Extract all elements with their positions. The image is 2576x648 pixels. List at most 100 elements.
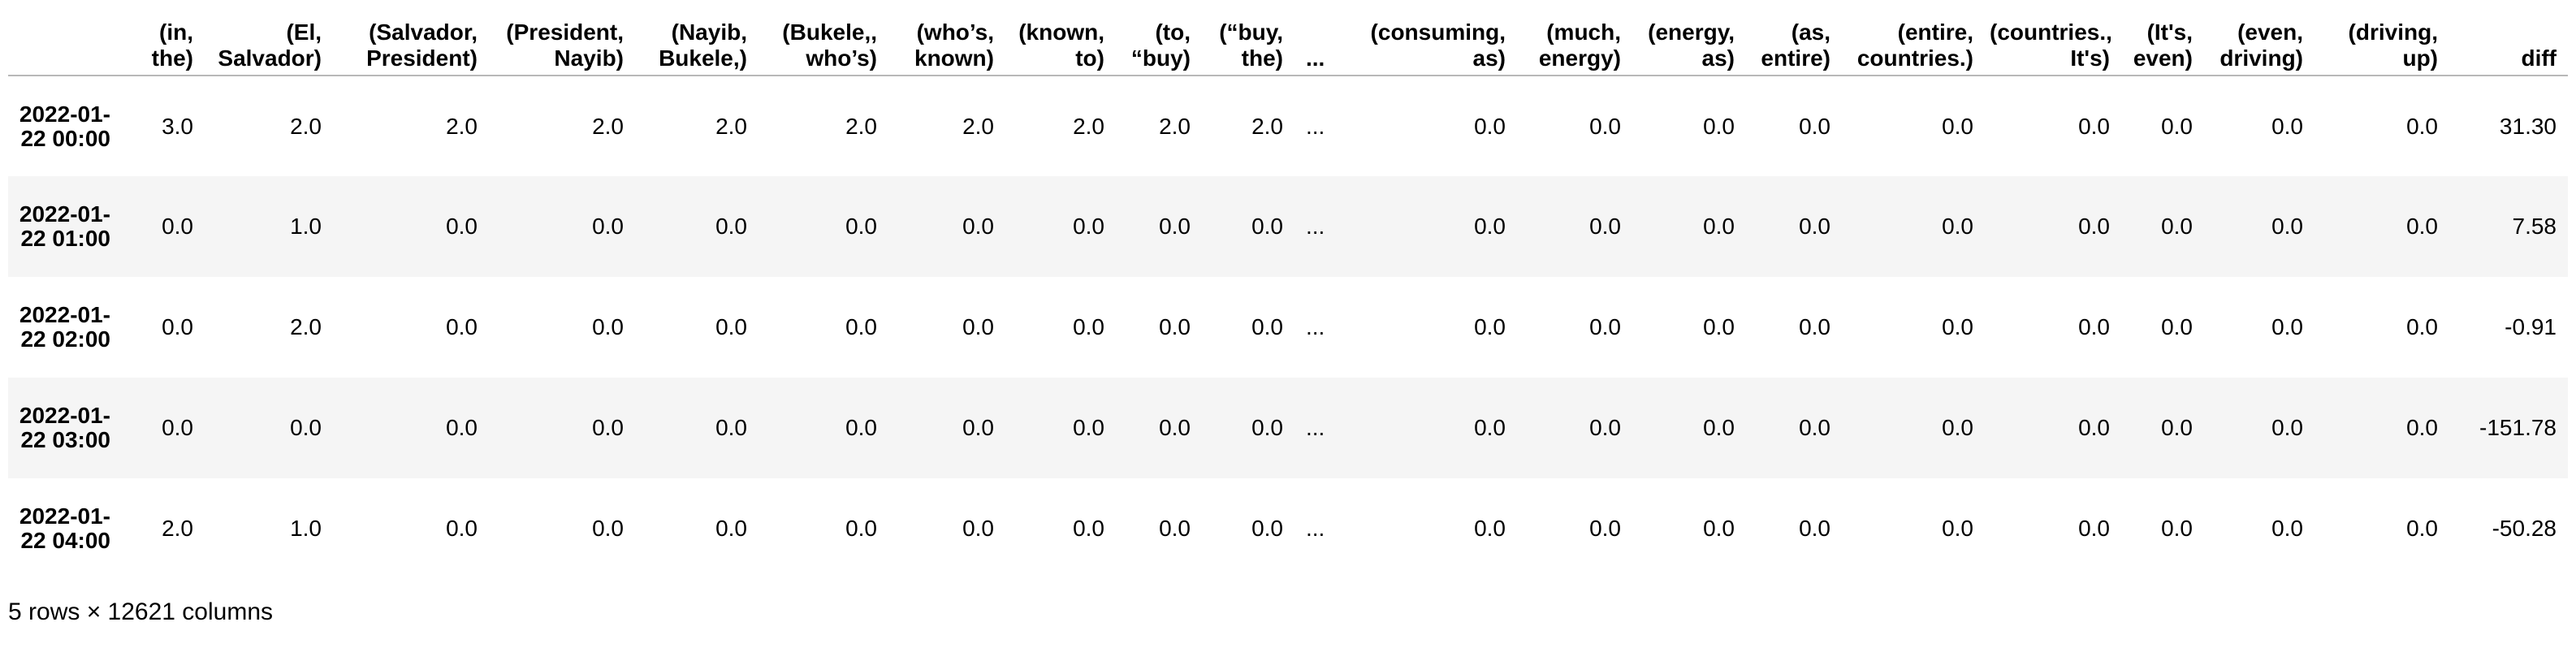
table-row: 2022-01-22 02:00 0.0 2.0 0.0 0.0 0.0 0.0 0.0 0.0… bbox=[8, 277, 2568, 378]
table-cell: 0.0 bbox=[1942, 314, 1973, 339]
column-header: (consuming, as) bbox=[1370, 19, 1506, 71]
table-cell: 0.0 bbox=[1251, 516, 1283, 541]
ellipsis-cell: ... bbox=[1306, 516, 1325, 541]
column-header: (even, driving) bbox=[2219, 19, 2303, 71]
table-cell: 0.0 bbox=[2406, 113, 2438, 139]
column-header: (much, energy) bbox=[1538, 19, 1621, 71]
table-cell: 0.0 bbox=[2271, 516, 2303, 541]
column-header: diff bbox=[2521, 45, 2557, 71]
column-ellipsis: ... bbox=[1306, 45, 1325, 71]
table-cell: 0.0 bbox=[2406, 214, 2438, 239]
column-header: (to, “buy) bbox=[1130, 19, 1191, 71]
table-cell: 0.0 bbox=[1703, 314, 1735, 339]
table-cell: 2.0 bbox=[446, 113, 478, 139]
table-cell: 0.0 bbox=[1703, 516, 1735, 541]
table-cell: 0.0 bbox=[1589, 113, 1621, 139]
table-cell: 0.0 bbox=[715, 314, 747, 339]
table-cell: 0.0 bbox=[962, 415, 994, 440]
table-cell: 0.0 bbox=[1474, 516, 1506, 541]
table-row: 2022-01-22 00:00 3.0 2.0 2.0 2.0 2.0 2.0 2.0 2.0… bbox=[8, 76, 2568, 176]
table-cell: 0.0 bbox=[162, 314, 193, 339]
table-cell: 0.0 bbox=[1799, 113, 1830, 139]
table-cell: 0.0 bbox=[845, 314, 877, 339]
table-cell: 0.0 bbox=[2078, 214, 2110, 239]
table-cell: 0.0 bbox=[1799, 415, 1830, 440]
column-header: (Nayib, Bukele,) bbox=[659, 19, 747, 71]
table-cell: 0.0 bbox=[1251, 214, 1283, 239]
table-cell: 0.0 bbox=[962, 314, 994, 339]
table-cell: 0.0 bbox=[2271, 113, 2303, 139]
column-header: (known, to) bbox=[1018, 19, 1104, 71]
table-cell: 0.0 bbox=[2271, 314, 2303, 339]
table-cell: 0.0 bbox=[715, 214, 747, 239]
table-row: 2022-01-22 04:00 2.0 1.0 0.0 0.0 0.0 0.0 0.0 0.0… bbox=[8, 478, 2568, 579]
table-cell: 0.0 bbox=[1474, 113, 1506, 139]
table-cell: 0.0 bbox=[1474, 314, 1506, 339]
table-cell: 0.0 bbox=[1073, 314, 1104, 339]
table-cell: -0.91 bbox=[2505, 314, 2557, 339]
table-cell: 1.0 bbox=[290, 516, 322, 541]
ellipsis-cell: ... bbox=[1306, 113, 1325, 139]
table-cell: 0.0 bbox=[1073, 214, 1104, 239]
table-cell: 0.0 bbox=[1703, 113, 1735, 139]
table-cell: 0.0 bbox=[1159, 516, 1191, 541]
table-cell: 31.30 bbox=[2499, 113, 2557, 139]
table-cell: 0.0 bbox=[2078, 113, 2110, 139]
column-header: (El, Salvador) bbox=[218, 19, 322, 71]
column-header: (It's, even) bbox=[2133, 19, 2193, 71]
table-cell: 0.0 bbox=[592, 214, 624, 239]
table-cell: 0.0 bbox=[290, 415, 322, 440]
table-cell: 3.0 bbox=[162, 113, 193, 139]
row-index-label: 2022-01-22 00:00 bbox=[19, 101, 110, 151]
table-cell: 0.0 bbox=[1942, 113, 1973, 139]
table-cell: 0.0 bbox=[592, 314, 624, 339]
column-header: (entire, countries.) bbox=[1856, 19, 1973, 71]
column-header: (energy, as) bbox=[1648, 19, 1735, 71]
column-header: (“buy, the) bbox=[1219, 19, 1283, 71]
ellipsis-cell: ... bbox=[1306, 214, 1325, 239]
column-header: (as, entire) bbox=[1761, 19, 1830, 71]
table-row: 2022-01-22 03:00 0.0 0.0 0.0 0.0 0.0 0.0 0.0 0.0… bbox=[8, 378, 2568, 478]
table-cell: 1.0 bbox=[290, 214, 322, 239]
table-cell: 0.0 bbox=[1589, 415, 1621, 440]
table-cell: 0.0 bbox=[845, 415, 877, 440]
table-cell: 0.0 bbox=[715, 516, 747, 541]
table-cell: 0.0 bbox=[845, 516, 877, 541]
table-cell: 2.0 bbox=[290, 314, 322, 339]
column-header: (Bukele,, who’s) bbox=[782, 19, 877, 71]
ellipsis-cell: ... bbox=[1306, 314, 1325, 339]
table-cell: 0.0 bbox=[1799, 314, 1830, 339]
column-header: (driving, up) bbox=[2348, 19, 2438, 71]
table-cell: 0.0 bbox=[1251, 415, 1283, 440]
column-header: (in, the) bbox=[151, 19, 193, 71]
table-cell: 0.0 bbox=[1474, 415, 1506, 440]
table-cell: 0.0 bbox=[446, 415, 478, 440]
table-cell: 0.0 bbox=[1159, 415, 1191, 440]
table-cell: 2.0 bbox=[1159, 113, 1191, 139]
table-cell: -50.28 bbox=[2492, 516, 2557, 541]
column-header: (President, Nayib) bbox=[506, 19, 624, 71]
row-index-label: 2022-01-22 01:00 bbox=[19, 201, 110, 251]
table-cell: 0.0 bbox=[1589, 516, 1621, 541]
table-cell: 0.0 bbox=[1589, 314, 1621, 339]
table-cell: 0.0 bbox=[162, 415, 193, 440]
table-cell: 2.0 bbox=[715, 113, 747, 139]
table-cell: 0.0 bbox=[2406, 314, 2438, 339]
table-cell: 0.0 bbox=[1589, 214, 1621, 239]
column-header: (Salvador, President) bbox=[366, 19, 478, 71]
table-cell: -151.78 bbox=[2479, 415, 2557, 440]
table-cell: 0.0 bbox=[715, 415, 747, 440]
row-index-label: 2022-01-22 02:00 bbox=[19, 302, 110, 352]
table-cell: 0.0 bbox=[1251, 314, 1283, 339]
table-cell: 0.0 bbox=[1159, 214, 1191, 239]
table-cell: 0.0 bbox=[1942, 415, 1973, 440]
table-cell: 2.0 bbox=[1251, 113, 1283, 139]
table-cell: 0.0 bbox=[2271, 415, 2303, 440]
table-cell: 0.0 bbox=[2161, 516, 2193, 541]
table-cell: 0.0 bbox=[446, 214, 478, 239]
table-cell: 0.0 bbox=[592, 415, 624, 440]
table-cell: 0.0 bbox=[2161, 314, 2193, 339]
table-cell: 0.0 bbox=[162, 214, 193, 239]
table-cell: 2.0 bbox=[592, 113, 624, 139]
table-cell: 0.0 bbox=[962, 214, 994, 239]
